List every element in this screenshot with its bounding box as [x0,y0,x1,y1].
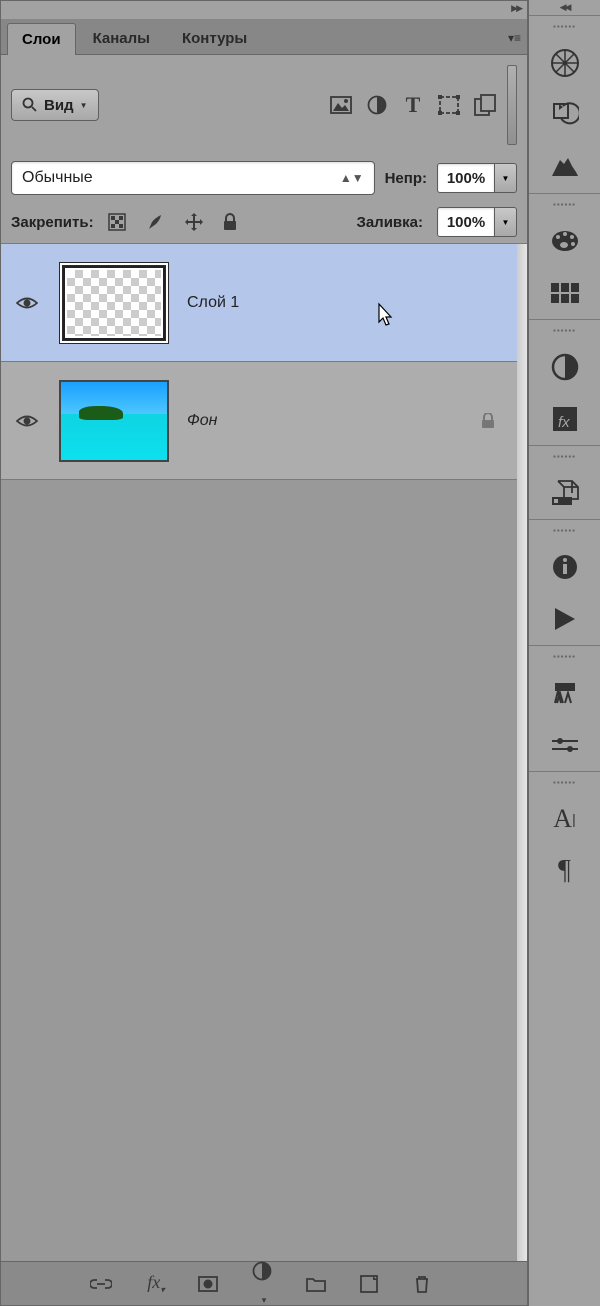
shape-icon[interactable] [435,91,463,119]
layer-thumbnail[interactable] [59,380,169,462]
layer-row[interactable]: Слой 1 [1,244,527,362]
group-icon[interactable] [306,1276,330,1292]
fill-label: Заливка: [356,214,423,231]
play-icon[interactable] [545,599,585,639]
adjustment-icon[interactable]: ▾ [252,1261,276,1306]
svg-text:fx: fx [558,414,570,431]
collapse-icon[interactable]: ▶▶ [511,3,521,17]
panel-menu-icon[interactable]: ▾≡ [508,31,521,45]
opacity-dropdown[interactable]: ▼ [495,163,517,193]
adjustments2-icon[interactable] [545,347,585,387]
lock-icon[interactable] [481,413,495,429]
link-icon[interactable] [90,1278,114,1290]
info-icon[interactable] [545,547,585,587]
bottom-toolbar: fx▾ ▾ [1,1261,527,1305]
text-icon[interactable]: T [399,91,427,119]
tab-layers[interactable]: Слои [7,23,76,55]
fill-dropdown[interactable]: ▼ [495,207,517,237]
filter-label: Вид [44,97,74,114]
history-icon[interactable] [545,95,585,135]
grip-icon[interactable]: ▪▪▪▪▪▪ [553,778,576,787]
lock-all-icon[interactable] [222,213,246,231]
layer-thumbnail[interactable] [59,262,169,344]
grip-icon[interactable]: ▪▪▪▪▪▪ [553,200,576,209]
color-icon[interactable] [545,221,585,261]
chevron-down-icon: ▼ [80,101,88,110]
opacity-label: Непр: [385,170,427,187]
filter-toggle[interactable] [507,65,517,145]
opacity-input[interactable]: 100% [437,163,495,193]
lock-label: Закрепить: [11,214,94,231]
smartobj-icon[interactable] [471,91,499,119]
blend-mode-select[interactable]: Обычные ▲▼ [11,161,375,195]
fill-input[interactable]: 100% [437,207,495,237]
mask-icon[interactable] [198,1276,222,1292]
visibility-toggle[interactable] [13,414,41,428]
image-icon[interactable] [327,91,355,119]
right-dock: ◀◀ ▪▪▪▪▪▪ ▪▪▪▪▪▪ ▪▪▪▪▪▪ [528,0,600,1306]
character-icon[interactable]: A| [545,799,585,839]
brush-settings-icon[interactable] [545,725,585,765]
eye-icon [16,296,38,310]
grip-icon[interactable]: ▪▪▪▪▪▪ [553,452,576,461]
circle-half-icon[interactable] [363,91,391,119]
fx-icon[interactable]: fx▾ [144,1272,168,1296]
trash-icon[interactable] [414,1275,438,1293]
tab-channels[interactable]: Каналы [78,22,165,54]
3d-icon[interactable] [545,473,585,513]
visibility-toggle[interactable] [13,296,41,310]
grip-icon[interactable]: ▪▪▪▪▪▪ [553,652,576,661]
paragraph-icon[interactable]: ¶ [545,851,585,891]
grip-icon[interactable]: ▪▪▪▪▪▪ [553,526,576,535]
lock-move-icon[interactable] [184,212,208,232]
layer-name[interactable]: Слой 1 [187,294,239,312]
layers-list: Слой 1 Фон [1,244,527,1261]
panel-tabs: Слои Каналы Контуры ▾≡ [1,19,527,55]
expand-icon[interactable]: ◀◀ [560,0,570,15]
navigator-icon[interactable] [545,43,585,83]
styles-icon[interactable]: fx [545,399,585,439]
tab-paths[interactable]: Контуры [167,22,262,54]
new-layer-icon[interactable] [360,1275,384,1293]
layer-filter-kind[interactable]: Вид ▼ [11,89,99,121]
layer-row[interactable]: Фон [1,362,527,480]
blend-mode-value: Обычные [22,169,93,187]
lock-pixels-icon[interactable] [108,213,132,231]
eye-icon [16,414,38,428]
swatches-icon[interactable] [545,273,585,313]
cursor-icon [373,302,397,330]
grip-icon[interactable]: ▪▪▪▪▪▪ [553,326,576,335]
grip-icon[interactable]: ▪▪▪▪▪▪ [553,22,576,31]
search-icon [22,97,38,113]
layer-name[interactable]: Фон [187,412,217,430]
histogram-icon[interactable] [545,147,585,187]
brushes-icon[interactable] [545,673,585,713]
lock-brush-icon[interactable] [146,212,170,232]
scrollbar[interactable] [517,244,527,1261]
